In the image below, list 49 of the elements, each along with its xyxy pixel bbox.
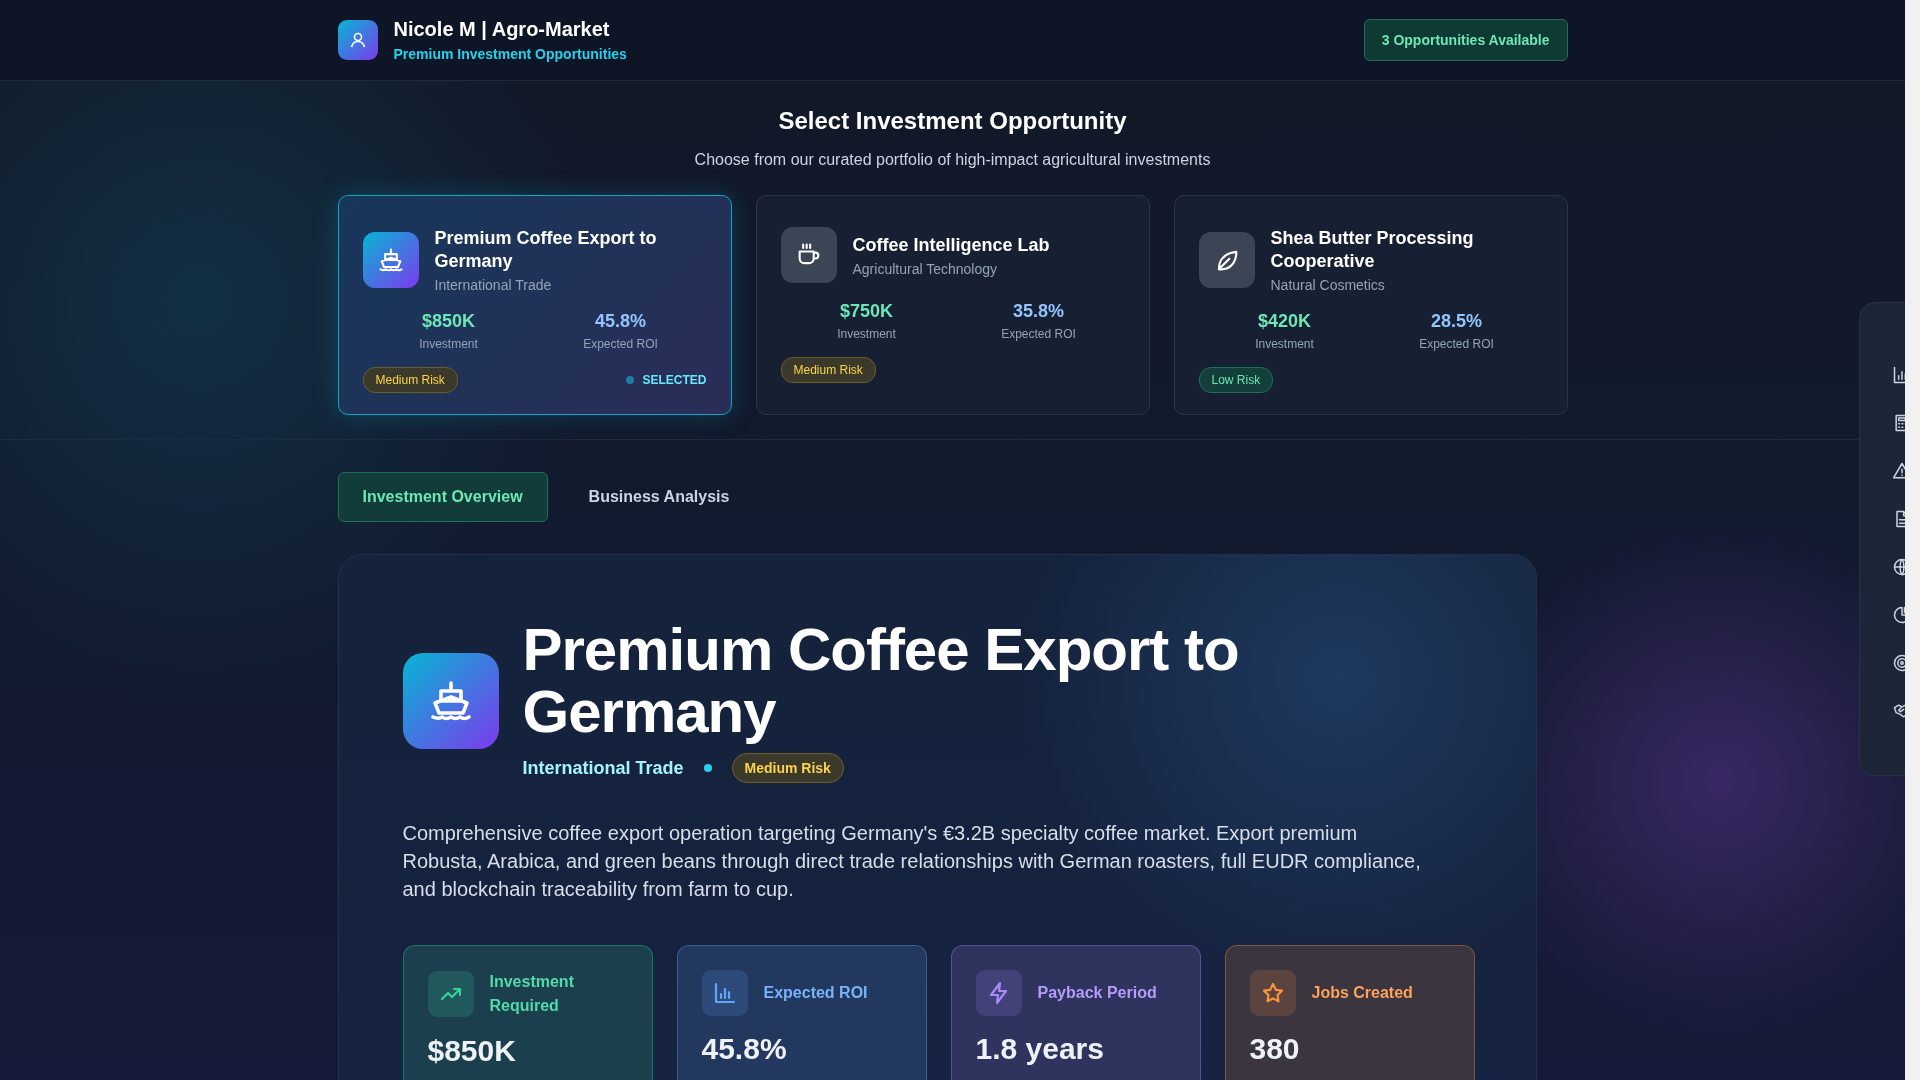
investment-value: $750K <box>838 301 894 322</box>
tab[interactable]: Business Analysis <box>563 472 755 522</box>
risk-tag: Low Risk <box>1198 367 1274 393</box>
opportunities-badge: 3 Opportunities Available <box>1363 19 1568 61</box>
metric-label: Investment <box>1254 337 1315 351</box>
metric-label: Expected ROI <box>1000 327 1077 341</box>
metric-label: Expected ROI <box>1418 337 1495 351</box>
app-title: Nicole M | Agro-Market <box>393 18 611 41</box>
status-dot <box>626 376 635 384</box>
stat-label: Expected ROI <box>763 983 868 1003</box>
roi-value: 35.8% <box>1011 301 1065 322</box>
detail-title: Premium Coffee Export to Germany <box>522 619 1240 743</box>
stat-label: Payback Period <box>1037 983 1157 1003</box>
stat-label: Investment Required <box>489 972 575 1016</box>
tab[interactable]: Investment Overview <box>337 472 548 522</box>
risk-tag: Medium Risk <box>362 367 458 393</box>
separator-dot <box>703 764 712 772</box>
metric-label: Expected ROI <box>582 337 659 351</box>
stat-value: 1.8 years <box>975 1032 1105 1066</box>
card-title: Shea Butter Processing Cooperative <box>1270 227 1475 273</box>
investment-value: $420K <box>1256 311 1312 332</box>
risk-tag: Medium Risk <box>780 357 876 383</box>
section-title: Select Investment Opportunity <box>777 107 1128 135</box>
metric-label: Investment <box>418 337 479 351</box>
stat-value: 380 <box>1249 1032 1301 1066</box>
scrollbar[interactable] <box>1905 0 1920 1080</box>
card-category: International Trade <box>434 277 553 293</box>
detail-category: International Trade <box>522 757 684 779</box>
section-description: Choose from our curated portfolio of high-impact agricultural investments <box>693 151 1212 169</box>
detail-description: Comprehensive coffee export operation targeting Germany's €3.2B specialty coffee market. Export premium Robusta, Arabica, and green beans through direct trade relationships with German roasters, full EUDR compliance, and blockchain traceability from farm to cup. <box>402 821 1422 902</box>
opportunity-card[interactable]: Coffee Intelligence Lab Agricultural Technology $750K Investment 35.8% Expected ROI Medium Risk <box>755 195 1150 415</box>
card-title: Premium Coffee Export to Germany <box>434 227 658 273</box>
stat-value: 45.8% <box>701 1032 788 1066</box>
card-category: Agricultural Technology <box>852 260 998 277</box>
roi-value: 45.8% <box>593 311 647 332</box>
opportunity-card[interactable]: Premium Coffee Export to Germany International Trade $850K Investment 45.8% Expected ROI Medium Risk SELECTED <box>337 195 732 415</box>
metric-label: Investment <box>836 327 897 341</box>
investment-value: $850K <box>420 311 476 332</box>
stat-value: $850K <box>427 1034 517 1068</box>
risk-tag: Medium Risk <box>731 753 844 783</box>
selected-label: SELECTED <box>642 373 707 387</box>
stat-label: Jobs Created <box>1311 983 1413 1003</box>
app-subtitle: Premium Investment Opportunities <box>393 46 627 62</box>
roi-value: 28.5% <box>1429 311 1483 332</box>
opportunity-card[interactable]: Shea Butter Processing Cooperative Natural Cosmetics $420K Investment 28.5% Expected ROI Low Risk <box>1173 195 1568 415</box>
ship-icon <box>376 246 405 274</box>
user-icon <box>337 20 378 60</box>
card-title: Coffee Intelligence Lab <box>852 233 1050 257</box>
card-category: Natural Cosmetics <box>1270 277 1386 293</box>
